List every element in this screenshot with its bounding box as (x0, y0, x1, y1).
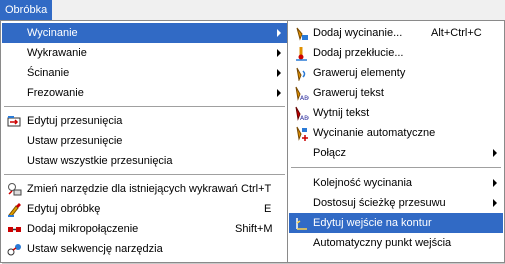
menu-item-polacz[interactable]: Połącz (289, 143, 503, 163)
submenu-arrow-icon (277, 29, 281, 37)
menu-item-label: Wytnij tekst (313, 107, 370, 119)
menu-item-label: Dostosuj ścieżkę przesuwu (313, 197, 446, 209)
menu-item-graweruj-tekst[interactable]: ABC Graweruj tekst (289, 83, 503, 103)
submenu-arrow-icon (493, 179, 497, 187)
menu-item-dostosuj-sciezke[interactable]: Dostosuj ścieżkę przesuwu (289, 193, 503, 213)
obrobka-menu: Wycinanie Wykrawanie Ścinanie Frezowanie… (0, 20, 289, 263)
menu-item-shortcut: E (264, 203, 272, 215)
menu-item-label: Ścinanie (27, 67, 70, 79)
menu-item-shortcut: Shift+M (235, 223, 273, 235)
menu-item-label: Edytuj obróbkę (27, 203, 101, 215)
menu-item-ustaw-przesuniecie[interactable]: Ustaw przesunięcie (2, 131, 287, 151)
auto-cut-icon (294, 126, 309, 141)
menu-item-label: Ustaw wszystkie przesunięcia (27, 155, 173, 167)
menu-item-label: Frezowanie (27, 87, 84, 99)
menu-item-scinanie[interactable]: Ścinanie (2, 63, 287, 83)
engrave-text-icon: ABC (294, 86, 312, 102)
menu-item-edytuj-przesuniecia[interactable]: Edytuj przesunięcia (2, 111, 287, 131)
submenu-arrow-icon (493, 149, 497, 157)
menu-item-label: Wykrawanie (27, 47, 87, 59)
menu-item-kolejnosc-wycinania[interactable]: Kolejność wycinania (289, 173, 503, 193)
menu-separator (291, 167, 501, 168)
menu-item-automatyczny-punkt[interactable]: Automatyczny punkt wejścia (289, 233, 503, 253)
menu-obrobka[interactable]: Obróbka (0, 0, 53, 20)
edit-lead-in-icon (294, 216, 309, 231)
add-cut-icon (294, 26, 309, 41)
menu-item-edytuj-obrobke[interactable]: Edytuj obróbkę E (2, 199, 287, 219)
menu-item-label: Dodaj mikropołączenie (27, 223, 139, 235)
menu-item-zmien-narzedzie[interactable]: Zmień narzędzie dla istniejących wykrawa… (2, 179, 287, 199)
menu-item-label: Połącz (313, 147, 347, 159)
wycinanie-submenu: Dodaj wycinanie... Alt+Ctrl+C Dodaj prze… (287, 20, 505, 263)
engrave-elements-icon (294, 66, 309, 82)
menu-item-label: Dodaj wycinanie... (313, 27, 403, 39)
edit-offsets-icon (7, 114, 22, 129)
menu-item-label: Zmień narzędzie dla istniejących wykrawa… (27, 183, 238, 195)
menu-item-label: Dodaj przekłucie... (313, 47, 404, 59)
cut-text-icon: ABC (294, 106, 312, 122)
menu-bar: Obróbka (0, 0, 505, 21)
submenu-arrow-icon (277, 69, 281, 77)
menu-item-shortcut: Alt+Ctrl+C (431, 27, 482, 39)
menu-item-label: Ustaw przesunięcie (27, 135, 123, 147)
change-tool-icon (7, 182, 22, 197)
svg-text:ABC: ABC (300, 95, 309, 101)
menu-item-label: Wycinanie (27, 27, 78, 39)
submenu-arrow-icon (493, 199, 497, 207)
menu-item-label: Kolejność wycinania (313, 177, 413, 189)
menu-item-edytuj-wejscie[interactable]: Edytuj wejście na kontur (289, 213, 503, 233)
menu-item-label: Graweruj elementy (313, 67, 406, 79)
menu-item-graweruj-elementy[interactable]: Graweruj elementy (289, 63, 503, 83)
menu-item-label: Graweruj tekst (313, 87, 384, 99)
menu-item-label: Wycinanie automatyczne (313, 127, 436, 139)
menu-separator (4, 174, 285, 175)
menu-item-ustaw-wszystkie-przesuniecia[interactable]: Ustaw wszystkie przesunięcia (2, 151, 287, 171)
menu-item-dodaj-wycinanie[interactable]: Dodaj wycinanie... Alt+Ctrl+C (289, 23, 503, 43)
microjoint-icon (7, 222, 22, 237)
menu-item-wykrawanie[interactable]: Wykrawanie (2, 43, 287, 63)
submenu-arrow-icon (277, 89, 281, 97)
menu-item-wycinanie[interactable]: Wycinanie (2, 23, 287, 43)
menu-item-shortcut: Ctrl+T (241, 183, 272, 195)
menu-item-label: Edytuj przesunięcia (27, 115, 123, 127)
menu-item-wytnij-tekst[interactable]: ABC Wytnij tekst (289, 103, 503, 123)
menu-item-frezowanie[interactable]: Frezowanie (2, 83, 287, 103)
edit-machining-icon (7, 202, 22, 218)
menu-item-ustaw-sekwencje[interactable]: Ustaw sekwencję narzędzia (2, 239, 287, 259)
menu-item-label: Ustaw sekwencję narzędzia (27, 243, 163, 255)
menu-item-dodaj-mikropolaczenie[interactable]: Dodaj mikropołączenie Shift+M (2, 219, 287, 239)
menu-item-dodaj-przekłucie[interactable]: Dodaj przekłucie... (289, 43, 503, 63)
menu-item-wycinanie-automatyczne[interactable]: Wycinanie automatyczne (289, 123, 503, 143)
submenu-arrow-icon (277, 49, 281, 57)
svg-text:ABC: ABC (300, 115, 309, 121)
menu-item-label: Edytuj wejście na kontur (313, 217, 432, 229)
add-pierce-icon (294, 46, 309, 61)
menu-separator (4, 106, 285, 107)
menu-item-label: Automatyczny punkt wejścia (313, 237, 452, 249)
tool-sequence-icon (7, 242, 22, 257)
